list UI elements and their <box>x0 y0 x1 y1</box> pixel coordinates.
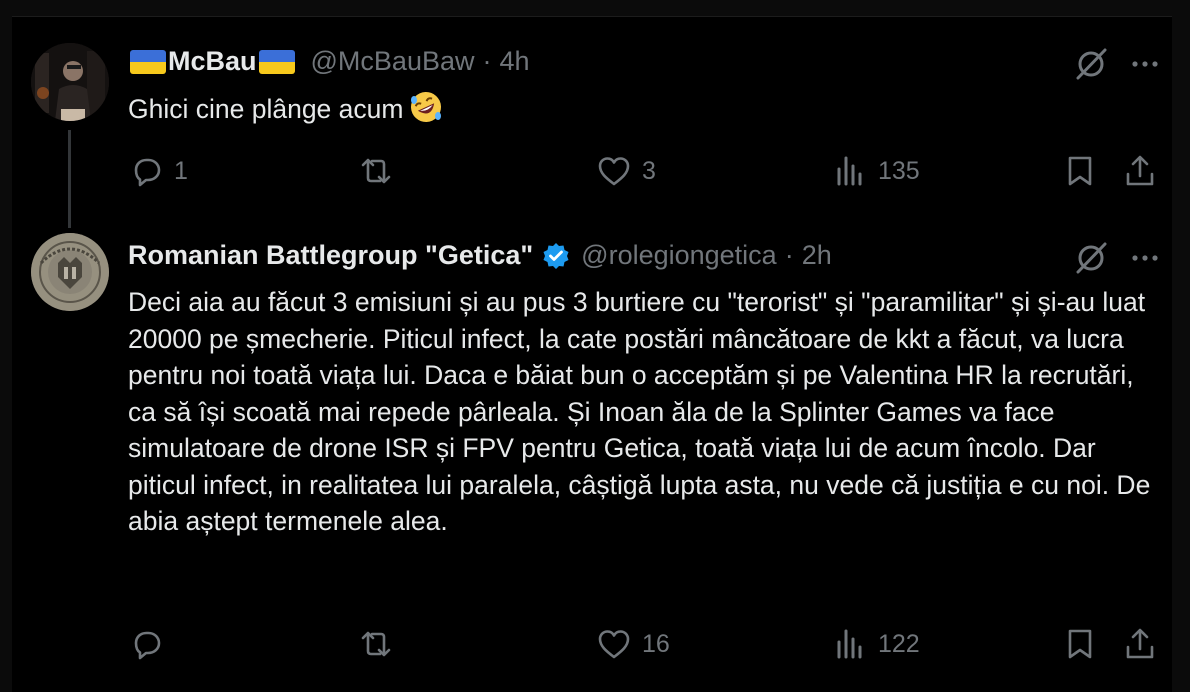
verified-badge-icon[interactable] <box>541 241 571 271</box>
tweet-actions: 16 122 <box>128 626 1168 666</box>
like-button[interactable]: 3 <box>596 153 656 189</box>
reply-icon <box>134 631 161 660</box>
grok-icon[interactable] <box>1072 239 1110 277</box>
rolling-on-floor-laughing-emoji <box>411 92 442 122</box>
separator-dot: · <box>482 46 492 76</box>
battlegroup-emblem-icon <box>31 233 109 311</box>
reply-icon <box>134 158 161 187</box>
display-name[interactable]: Romanian Battlegroup "Getica" <box>128 240 533 271</box>
bookmark-button[interactable] <box>1062 153 1098 189</box>
grok-icon[interactable] <box>1072 45 1110 83</box>
share-icon <box>1126 155 1154 186</box>
retweet-button[interactable] <box>358 153 404 189</box>
views-count: 122 <box>878 629 920 658</box>
user-handle[interactable]: @McBauBaw <box>311 46 475 77</box>
like-count: 3 <box>642 156 656 185</box>
bookmark-button[interactable] <box>1062 626 1098 662</box>
flag-ukraine-icon <box>130 49 166 74</box>
separator-dot: · <box>784 240 794 270</box>
heart-icon <box>598 630 630 659</box>
window-top-bar <box>0 0 1190 17</box>
tweet-header: McBau @McBauBaw · 4h <box>128 46 530 77</box>
more-icon[interactable] <box>1128 241 1162 275</box>
retweet-button[interactable] <box>358 626 404 662</box>
share-button[interactable] <box>1122 626 1158 662</box>
avatar[interactable] <box>31 43 109 121</box>
views-icon <box>837 156 862 186</box>
reply-count: 1 <box>174 156 188 185</box>
reply-button[interactable]: 1 <box>128 153 188 189</box>
window-left-edge <box>0 0 12 692</box>
bookmark-icon <box>1068 156 1092 186</box>
like-count: 16 <box>642 629 670 658</box>
tweet-text: Deci aia au făcut 3 emisiuni și au pus 3… <box>128 287 1151 536</box>
thread-connector-line <box>68 130 71 228</box>
views-icon <box>837 629 862 659</box>
tweet-header: Romanian Battlegroup "Getica" @rolegiong… <box>128 240 832 271</box>
flag-ukraine-icon <box>258 49 295 74</box>
tweet-body: Ghici cine plânge acum <box>128 94 404 124</box>
like-button[interactable]: 16 <box>596 626 670 662</box>
tweet-top-actions <box>1072 45 1162 83</box>
retweet-icon <box>361 158 391 184</box>
user-handle[interactable]: @rolegiongetica <box>581 240 777 271</box>
share-button[interactable] <box>1122 153 1158 189</box>
timestamp[interactable]: 2h <box>802 240 832 271</box>
share-icon <box>1126 628 1154 659</box>
views-button[interactable]: 135 <box>832 153 920 189</box>
reply-button[interactable] <box>128 626 174 662</box>
profile-photo-icon <box>31 43 109 121</box>
timestamp[interactable]: 4h <box>499 46 529 77</box>
avatar[interactable] <box>31 233 109 311</box>
tweet-top-actions <box>1072 239 1162 277</box>
retweet-icon <box>361 631 391 657</box>
views-button[interactable]: 122 <box>832 626 920 662</box>
window-right-edge <box>1172 0 1190 692</box>
tweet-actions: 1 3 135 <box>128 153 1168 193</box>
more-icon[interactable] <box>1128 47 1162 81</box>
bookmark-icon <box>1068 629 1092 659</box>
heart-icon <box>598 157 630 186</box>
tweet-text: Ghici cine plânge acum <box>128 90 1168 128</box>
display-name[interactable]: McBau <box>168 46 257 77</box>
views-count: 135 <box>878 156 920 185</box>
